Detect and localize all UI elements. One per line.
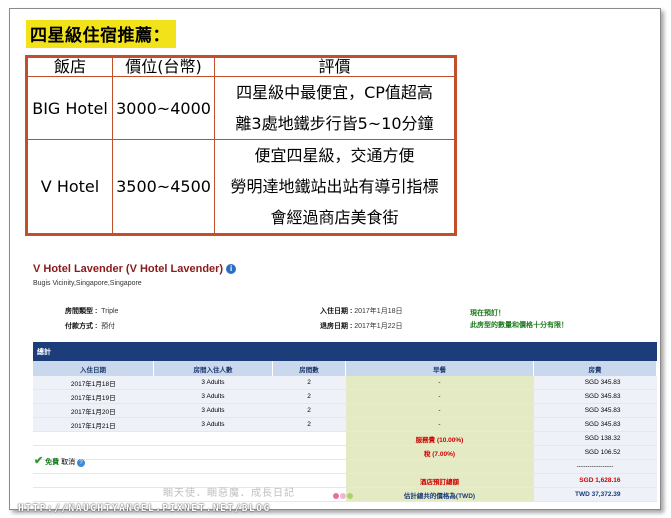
hotel-name: BIG Hotel	[26, 76, 113, 140]
payment-method: 付款方式 : 預付	[65, 323, 116, 330]
notice-line2: 此房型的數量和價格十分有限！	[470, 322, 568, 329]
tax-row: 稅 (7.00%) SGD 106.52	[33, 445, 657, 460]
price-summary: 總計 入住日期 房間入住人數 房間數 早餐 房費 2017年1月18日 3 Ad…	[33, 342, 657, 502]
check-icon: ✔	[34, 455, 44, 467]
table-row: 2017年1月21日 3 Adults 2 - SGD 345.83	[33, 417, 657, 432]
checkin-date: 入住日期 : 2017年1月18日	[320, 308, 403, 315]
col-price: 價位(台幣)	[112, 56, 215, 77]
hotel-name: V Hotel	[26, 139, 113, 235]
hotel-review: 便宜四星級，交通方便 勞明達地鐵站出站有導引指標 會經過商店美食街	[214, 139, 456, 235]
recommendation-table: 飯店 價位(台幣) 評價 BIG Hotel 3000~4000 四星級中最便宜…	[25, 55, 457, 236]
watermark-dots	[333, 484, 354, 503]
service-fee-row: 服務費 (10.00%) SGD 138.32	[33, 431, 657, 446]
checkout-date: 退房日期 : 2017年1月22日	[320, 323, 403, 330]
free-cancel: ✔ 免費 取消 ?	[34, 454, 86, 467]
section-heading: 四星級住宿推薦：	[26, 20, 176, 48]
col-hotel: 飯店	[26, 56, 113, 77]
booking-hotel-title: V Hotel Lavender (V Hotel Lavender) i	[33, 263, 237, 275]
summary-bar: 總計	[33, 342, 657, 361]
room-type: 房間類型 : Triple	[65, 308, 119, 315]
col-reviews: 評價	[214, 56, 456, 77]
hotel-review: 四星級中最便宜，CP值超高 離3處地鐵步行皆5~10分鐘	[214, 76, 456, 140]
divider-row: -----------------	[33, 459, 657, 474]
blog-watermark: 睏天使．睏惡魔．成長日記	[163, 488, 295, 499]
blog-url: HTTP://NAUGHTYANGEL.PIXNET.NET/BLOG	[18, 503, 271, 514]
notice-line1: 現在預訂！	[470, 310, 505, 317]
booking-screenshot: V Hotel Lavender (V Hotel Lavender) i Bug…	[25, 255, 657, 502]
table-row: 2017年1月20日 3 Adults 2 - SGD 345.83	[33, 403, 657, 418]
help-icon[interactable]: ?	[77, 459, 86, 467]
hotel-price: 3000~4000	[112, 76, 215, 140]
booking-location: Bugis Vicinity,Singapore,Singapore	[33, 280, 142, 287]
table-row: 2017年1月18日 3 Adults 2 - SGD 345.83	[33, 376, 657, 390]
info-icon[interactable]: i	[226, 264, 237, 274]
price-detail-table: 入住日期 房間入住人數 房間數 早餐 房費 2017年1月18日 3 Adult…	[33, 361, 657, 502]
hotel-price: 3500~4500	[112, 139, 215, 235]
table-row: 2017年1月19日 3 Adults 2 - SGD 345.83	[33, 389, 657, 404]
